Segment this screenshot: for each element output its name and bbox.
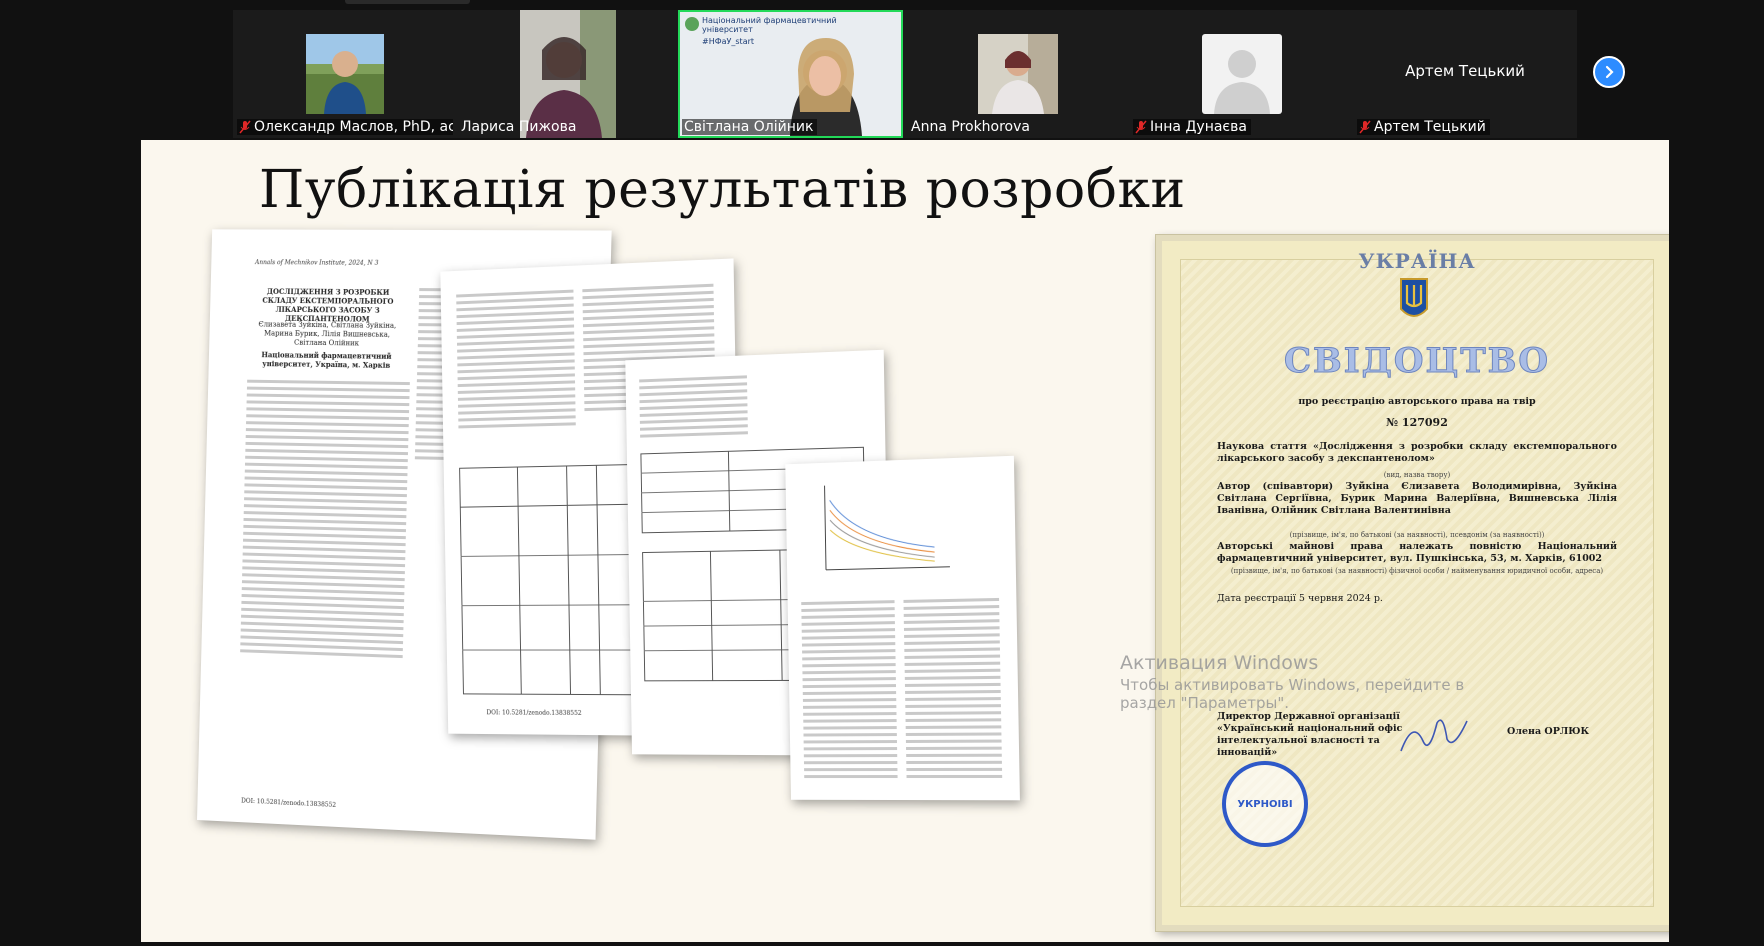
watermark-line: Активация Windows: [1120, 652, 1319, 674]
article-doi: DOI: 10.5281/zenodo.13838552: [241, 797, 337, 809]
participant-tile[interactable]: Інна Дунаєва: [1129, 10, 1351, 138]
participant-name-bar: Олександр Маслов, PhD, аси...: [237, 119, 453, 135]
mic-off-icon: [1135, 120, 1147, 134]
certificate-signer: Олена ОРЛЮК: [1507, 726, 1590, 737]
participant-name: Світлана Олійник: [684, 119, 814, 135]
participant-tile[interactable]: Лариса Пижова: [455, 10, 675, 138]
watermark-line: раздел "Параметры".: [1120, 694, 1290, 712]
university-banner: Національний фармацевтичний університет …: [702, 16, 837, 46]
article-body-text: [801, 600, 898, 782]
article-page-4: [785, 455, 1020, 801]
copyright-certificate: УКРАЇНА СВІДОЦТВО про реєстрацію авторсь…: [1156, 235, 1669, 931]
top-toolbar-handle[interactable]: [345, 0, 470, 4]
participant-name-bar: Інна Дунаєва: [1133, 119, 1251, 135]
shared-screen-slide: Публікація результатів розробки Annals o…: [141, 140, 1669, 942]
watermark-line: Чтобы активировать Windows, перейдите в: [1120, 676, 1465, 694]
certificate-title: СВІДОЦТВО: [1283, 341, 1551, 382]
certificate-rights: Авторські майнові права належать повніст…: [1217, 541, 1617, 564]
banner-line: університет: [702, 25, 753, 34]
certificate-director: Директор Державної організації «Українсь…: [1217, 711, 1403, 758]
participant-name: Лариса Пижова: [461, 119, 577, 135]
participant-tile[interactable]: Anna Prokhorova: [905, 10, 1127, 138]
mic-off-icon: [1359, 120, 1371, 134]
participant-photo: [978, 34, 1058, 114]
article-doi: DOI: 10.5281/zenodo.13838552: [486, 709, 582, 717]
participant-name: Anna Prokhorova: [911, 119, 1030, 135]
participant-name-bar: Anna Prokhorova: [909, 119, 1030, 135]
trident-emblem-icon: [1400, 278, 1428, 317]
article-heading: ДОСЛІДЖЕННЯ З РОЗРОБКИ СКЛАДУ ЕКСТЕМПОРА…: [262, 286, 394, 324]
stamp-text: УКРНОІВІ: [1237, 798, 1293, 810]
article-body-text: [903, 597, 1003, 782]
certificate-date: Дата реєстрації 5 червня 2024 р.: [1217, 593, 1383, 604]
participant-tile[interactable]: Олександр Маслов, PhD, аси...: [233, 10, 453, 138]
participant-name: Олександр Маслов, PhD, аси...: [254, 119, 453, 135]
participant-tile-active-speaker[interactable]: Національний фармацевтичний університет …: [678, 10, 903, 138]
certificate-authors: Автор (співавтори) Зуйкіна Єлизавета Вол…: [1217, 481, 1617, 516]
windows-activation-watermark: Активация Windows Чтобы активировать Win…: [1120, 652, 1464, 712]
journal-header: Annals of Mechnikov Institute, 2024, N 3: [254, 259, 379, 267]
signature: [1400, 719, 1468, 752]
participant-name-bar: Світлана Олійник: [682, 119, 818, 135]
slide-title: Публікація результатів розробки: [259, 160, 1186, 220]
certificate-caption: (прізвище, ім'я, по батькові (за наявнос…: [1230, 567, 1604, 575]
participant-name-bar: Лариса Пижова: [459, 119, 576, 135]
mic-off-icon: [239, 120, 251, 134]
banner-tag: #НФаУ_start: [702, 37, 755, 46]
participant-photo: [306, 34, 384, 114]
participant-tile[interactable]: Артем Тецький Артем Тецький: [1353, 10, 1577, 138]
next-participants-button[interactable]: [1593, 56, 1625, 88]
article-affiliation: Національний фармацевтичний університет,…: [261, 350, 392, 370]
certificate-country: УКРАЇНА: [1358, 249, 1476, 273]
official-stamp: УКРНОІВІ: [1222, 761, 1308, 847]
certificate-number: № 127092: [1386, 416, 1448, 429]
certificate-caption: (вид, назва твору): [1383, 471, 1451, 479]
article-body-text: [639, 375, 748, 441]
certificate-caption: (прізвище, ім'я, по батькові (за наявнос…: [1289, 531, 1545, 539]
participant-name: Артем Тецький: [1374, 119, 1486, 135]
article-authors: Єлизавета Зуйкіна, Світлана Зуйкіна, Мар…: [258, 320, 397, 348]
banner-line: Національний фармацевтичний: [702, 16, 837, 25]
article-figure-chart: [815, 476, 955, 580]
certificate-work: Наукова стаття «Дослідження з розробки с…: [1217, 441, 1617, 464]
article-body-text: [456, 289, 576, 433]
certificate-subtitle: про реєстрацію авторського права на твір: [1298, 396, 1536, 407]
participant-name: Інна Дунаєва: [1150, 119, 1247, 135]
article-body-text: [240, 379, 410, 662]
avatar-placeholder-icon: [1202, 34, 1282, 114]
chevron-right-icon: [1605, 65, 1614, 79]
participant-center-name: Артем Тецький: [1405, 62, 1525, 80]
participant-name-bar: Артем Тецький: [1357, 119, 1490, 135]
